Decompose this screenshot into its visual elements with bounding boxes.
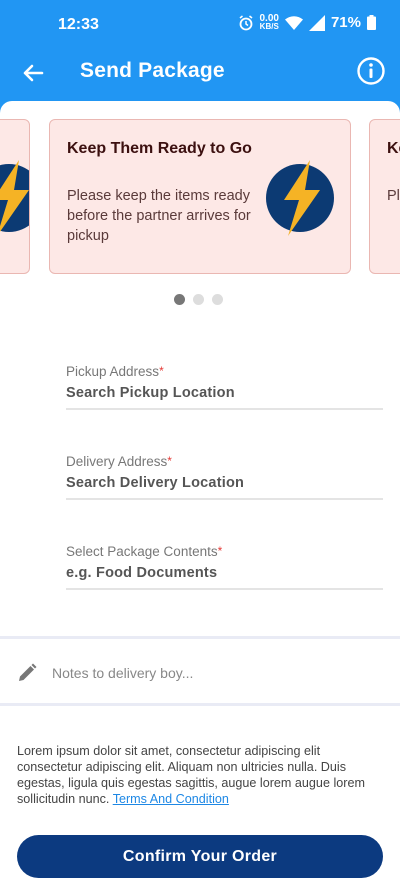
wifi-icon xyxy=(284,15,303,30)
carousel-card-previous[interactable] xyxy=(0,119,30,274)
pickup-address-field[interactable]: Pickup Address* Search Pickup Location xyxy=(66,364,383,410)
bolt-badge xyxy=(0,160,29,232)
status-time: 12:33 xyxy=(58,16,99,33)
page-title: Send Package xyxy=(80,59,225,82)
app-bar: Send Package xyxy=(0,48,400,98)
section-divider xyxy=(0,703,400,706)
card-text: Please keep the items ready before the p… xyxy=(67,188,251,244)
section-divider xyxy=(0,636,400,639)
battery-percent: 71% xyxy=(330,14,361,31)
card-title: Ke Go xyxy=(387,140,400,157)
package-contents-label: Select Package Contents* xyxy=(66,544,223,559)
carousel-card[interactable]: Keep Them Ready to Go Please keep the it… xyxy=(49,119,351,274)
carousel-dot-3[interactable] xyxy=(212,294,223,305)
terms-link[interactable]: Terms And Condition xyxy=(113,792,229,806)
notes-section xyxy=(0,641,400,703)
pencil-icon xyxy=(19,663,37,681)
card-title: Keep Them Ready to Go xyxy=(67,140,252,157)
lightning-icon xyxy=(284,160,320,236)
carousel-card-next[interactable]: Ke Go Pl re ar xyxy=(369,119,400,274)
network-speed: 0.00 KB/S xyxy=(259,12,279,31)
carousel-dot-2[interactable] xyxy=(193,294,204,305)
pickup-address-label: Pickup Address* xyxy=(66,364,164,379)
required-mark: * xyxy=(217,544,223,558)
back-arrow-icon[interactable] xyxy=(18,58,48,88)
delivery-address-field[interactable]: Delivery Address* Search Delivery Locati… xyxy=(66,454,383,500)
content-sheet: Keep Them Ready to Go Please keep the it… xyxy=(0,101,400,889)
status-bar: 12:33 0.00 KB/S 71% xyxy=(0,0,400,48)
carousel-dot-1[interactable] xyxy=(174,294,185,305)
status-icons: 0.00 KB/S 71% xyxy=(238,12,376,31)
info-icon[interactable] xyxy=(356,56,386,86)
lightning-icon xyxy=(0,160,29,232)
battery-icon xyxy=(367,15,376,30)
pickup-address-value: Search Pickup Location xyxy=(66,385,235,401)
delivery-address-value: Search Delivery Location xyxy=(66,475,245,491)
carousel-dots xyxy=(174,294,223,305)
terms-text: Lorem ipsum dolor sit amet, consectetur … xyxy=(17,744,365,806)
package-contents-field[interactable]: Select Package Contents* e.g. Food Docum… xyxy=(66,544,383,590)
notes-input[interactable] xyxy=(52,663,372,683)
card-text: Pl re ar xyxy=(387,188,400,204)
bolt-badge xyxy=(266,160,334,236)
required-mark: * xyxy=(159,364,164,378)
delivery-address-label: Delivery Address* xyxy=(66,454,172,469)
confirm-order-button[interactable]: Confirm Your Order xyxy=(17,835,383,878)
package-contents-value: e.g. Food Documents xyxy=(66,565,218,581)
signal-icon xyxy=(308,14,325,31)
required-mark: * xyxy=(167,454,172,468)
alarm-icon xyxy=(239,14,252,30)
